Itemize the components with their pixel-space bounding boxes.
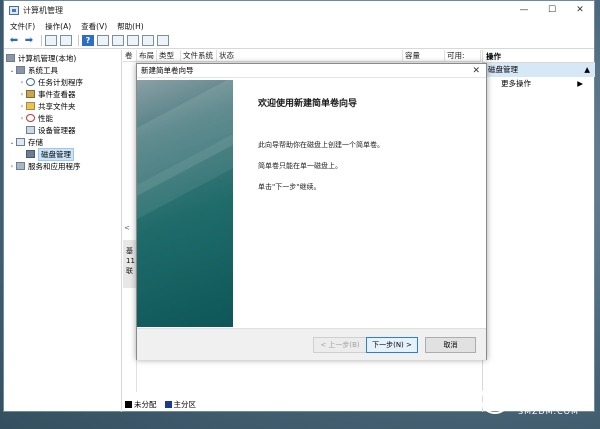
- forward-arrow-icon[interactable]: ➡: [23, 35, 35, 46]
- tree-item-disk-management[interactable]: 磁盘管理: [4, 147, 121, 161]
- collapse-up-icon[interactable]: ▲: [584, 63, 590, 77]
- wizard-intro-text: 此向导帮助你在磁盘上创建一个简单卷。: [258, 141, 384, 149]
- wizard-banner-image: [137, 80, 233, 327]
- title-bar: 计算机管理 — ☐ ✕: [4, 1, 594, 19]
- close-button[interactable]: ✕: [566, 1, 594, 19]
- services-icon: [16, 162, 25, 170]
- partition-legend: 未分配 主分区: [125, 399, 204, 410]
- device-manager-icon: [26, 126, 35, 134]
- checklist-icon[interactable]: [142, 35, 154, 46]
- column-header-filesystem[interactable]: 文件系统: [181, 50, 217, 61]
- menu-view[interactable]: 查看(V): [81, 21, 107, 32]
- window-controls: — ☐ ✕: [510, 1, 594, 19]
- tree-item-shared-folders[interactable]: › 共享文件夹: [4, 100, 121, 112]
- wizard-button-bar: < 上一步(B) 下一步(N) > 取消: [137, 328, 486, 360]
- key-icon[interactable]: [127, 35, 139, 46]
- new-simple-volume-wizard: 新建简单卷向导 ✕ 欢迎使用新建简单卷向导 此向导帮助你在磁盘上创建一个简单卷。…: [136, 63, 487, 360]
- legend-swatch-unallocated: [125, 401, 132, 408]
- minimize-button[interactable]: —: [510, 1, 538, 19]
- computer-icon: [6, 54, 15, 62]
- legend-swatch-primary: [164, 401, 172, 408]
- menu-help[interactable]: 帮助(H): [117, 21, 144, 32]
- watermark-logo: 值: [480, 384, 510, 414]
- help-icon[interactable]: ?: [82, 35, 94, 46]
- tree-item-performance[interactable]: › 性能: [4, 112, 121, 124]
- back-button[interactable]: < 上一步(B): [313, 337, 367, 353]
- chevron-down-icon[interactable]: ⌄: [8, 139, 16, 146]
- clock-icon: [26, 78, 35, 86]
- navigation-tree: 计算机管理(本地) ⌄ 系统工具 › 任务计划程序 › 事件查看器 › 共享文件…: [4, 50, 122, 412]
- cancel-button[interactable]: 取消: [425, 337, 476, 353]
- chevron-right-icon[interactable]: ›: [18, 79, 26, 86]
- tree-item-device-manager[interactable]: 设备管理器: [4, 124, 121, 136]
- legend-unallocated: 未分配: [125, 399, 157, 410]
- tools-icon: [16, 66, 25, 74]
- actions-header: 操作: [483, 50, 595, 63]
- watermark-url: SMZDM.COM: [518, 407, 579, 416]
- legend-primary-partition: 主分区: [164, 399, 196, 410]
- tree-item-task-scheduler[interactable]: › 任务计划程序: [4, 76, 121, 88]
- column-headers: 卷 布局 类型 文件系统 状态 容量 可用:: [123, 50, 481, 62]
- column-header-type[interactable]: 类型: [157, 50, 181, 61]
- disk-info-strip: 基 11 联: [123, 240, 137, 288]
- submenu-arrow-icon: ▶: [577, 79, 583, 88]
- dialog-close-button[interactable]: ✕: [472, 64, 480, 78]
- more-actions-item[interactable]: 更多操作 ▶: [483, 77, 595, 91]
- watermark-text: 什么值得买: [514, 390, 585, 405]
- dialog-title-bar: 新建简单卷向导 ✕: [137, 64, 486, 78]
- disk-management-icon: [26, 150, 35, 158]
- storage-icon: [16, 138, 25, 146]
- toolbar: ⬅ ➡ ?: [4, 33, 594, 49]
- actions-pane: 操作 磁盘管理 ▲ 更多操作 ▶: [482, 50, 595, 412]
- next-button[interactable]: 下一步(N) >: [366, 337, 418, 353]
- shared-folder-icon: [26, 102, 35, 110]
- menu-file[interactable]: 文件(F): [10, 21, 35, 32]
- wizard-heading: 欢迎使用新建简单卷向导: [258, 99, 358, 109]
- chevron-right-icon[interactable]: ›: [18, 115, 26, 122]
- chevron-right-icon[interactable]: ›: [18, 103, 26, 110]
- dialog-title: 新建简单卷向导: [141, 66, 194, 75]
- up-folder-icon[interactable]: [45, 35, 57, 46]
- toolbar-separator: [41, 35, 42, 46]
- wizard-continue-text: 单击"下一步"继续。: [258, 183, 321, 191]
- tree-item-root[interactable]: 计算机管理(本地): [4, 52, 121, 64]
- column-header-free[interactable]: 可用:: [445, 50, 481, 61]
- event-log-icon: [26, 90, 35, 98]
- tree-item-system-tools[interactable]: ⌄ 系统工具: [4, 64, 121, 76]
- show-hide-tree-icon[interactable]: [60, 35, 72, 46]
- actions-section-disk-management[interactable]: 磁盘管理 ▲: [483, 63, 595, 77]
- column-header-layout[interactable]: 布局: [137, 50, 157, 61]
- column-header-capacity[interactable]: 容量: [403, 50, 445, 61]
- console-icon[interactable]: [112, 35, 124, 46]
- properties-icon[interactable]: [97, 35, 109, 46]
- performance-icon: [26, 114, 35, 122]
- document-icon[interactable]: [157, 35, 169, 46]
- toolbar-separator: [78, 35, 79, 46]
- tree-item-services-apps[interactable]: › 服务和应用程序: [4, 160, 121, 172]
- tree-item-storage[interactable]: ⌄ 存储: [4, 136, 121, 148]
- wizard-single-disk-text: 简单卷只能在单一磁盘上。: [258, 162, 342, 170]
- column-header-volume[interactable]: 卷: [123, 50, 137, 61]
- back-arrow-icon[interactable]: ⬅: [8, 35, 20, 46]
- maximize-button[interactable]: ☐: [538, 1, 566, 19]
- scroll-left-arrow[interactable]: <: [124, 224, 130, 232]
- menu-action[interactable]: 操作(A): [45, 21, 71, 32]
- column-header-status[interactable]: 状态: [217, 50, 403, 61]
- chevron-right-icon[interactable]: ›: [18, 91, 26, 98]
- computer-management-icon: [9, 5, 19, 15]
- chevron-down-icon[interactable]: ⌄: [8, 67, 16, 74]
- window-title: 计算机管理: [23, 5, 63, 15]
- tree-item-event-viewer[interactable]: › 事件查看器: [4, 88, 121, 100]
- menu-bar: 文件(F) 操作(A) 查看(V) 帮助(H): [4, 19, 594, 33]
- chevron-right-icon[interactable]: ›: [8, 163, 16, 170]
